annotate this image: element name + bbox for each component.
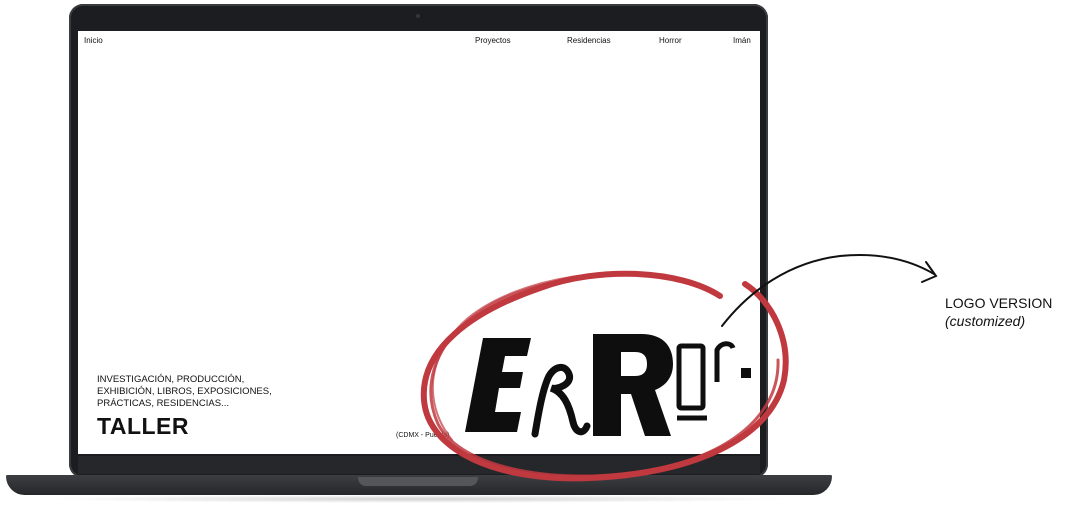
logo-annotation: LOGO VERSION (customized) <box>945 294 1052 330</box>
annotation-subtitle: (customized) <box>945 313 1026 329</box>
annotation-title: LOGO VERSION <box>945 295 1053 311</box>
annotation-overlay <box>420 253 938 482</box>
hand-drawn-circle-icon <box>420 270 789 482</box>
